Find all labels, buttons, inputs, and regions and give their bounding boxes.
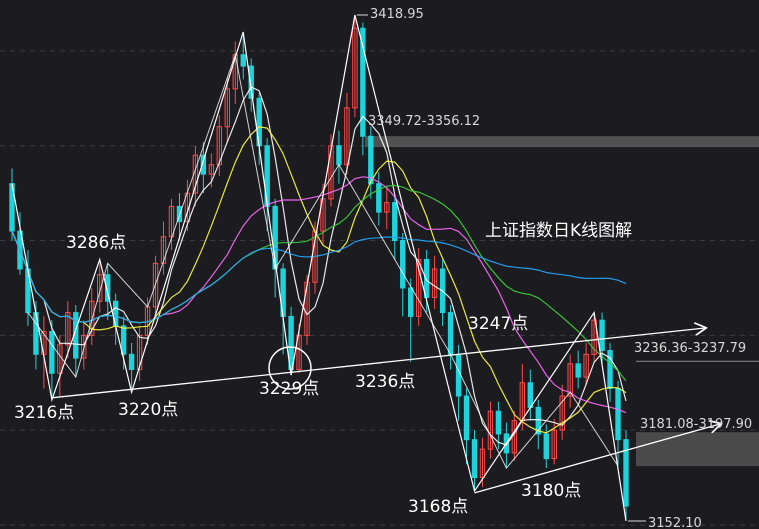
label-3247: 3247点 bbox=[468, 314, 528, 334]
candle-body-65 bbox=[527, 382, 534, 408]
candle-body-46 bbox=[376, 183, 382, 213]
label-3229: 3229点 bbox=[259, 379, 319, 399]
candle-body-50 bbox=[408, 287, 414, 317]
candles bbox=[9, 15, 629, 521]
candle-body-57 bbox=[463, 395, 470, 441]
candle-body-5 bbox=[49, 331, 55, 374]
zone-3349 bbox=[365, 136, 759, 148]
candle-body-48 bbox=[392, 202, 398, 242]
trend-lines bbox=[51, 14, 720, 522]
candle-body-74 bbox=[599, 319, 605, 352]
candle-body-49 bbox=[400, 240, 406, 289]
candle-body-14 bbox=[120, 325, 127, 355]
candle-body-13 bbox=[112, 300, 119, 327]
candle-body-41 bbox=[336, 145, 342, 166]
candle-body-15 bbox=[128, 353, 135, 370]
candle-body-32 bbox=[264, 145, 270, 207]
candle-body-29 bbox=[240, 54, 246, 67]
label-3286: 3286点 bbox=[66, 233, 126, 253]
zone-3181 bbox=[636, 432, 759, 467]
candlestick-chart: 上证指数日K线图解 3286点 3216点 3220点 3229点 3236点 … bbox=[0, 7, 759, 529]
label-3168: 3168点 bbox=[408, 497, 468, 517]
chart-title: 上证指数日K线图解 bbox=[485, 221, 632, 241]
price-low-label: 3152.10 bbox=[648, 516, 702, 529]
candle-body-67 bbox=[543, 433, 549, 460]
label-3180: 3180点 bbox=[521, 481, 581, 501]
candle-body-75 bbox=[607, 350, 613, 389]
price-zone-top-label: 3349.72-3356.12 bbox=[368, 114, 480, 129]
wave-lines bbox=[11, 14, 627, 522]
wave-main bbox=[11, 14, 627, 522]
price-zone-mid-label: 3236.36-3237.79 bbox=[634, 341, 746, 356]
candle-body-76 bbox=[615, 387, 621, 441]
candle-body-71 bbox=[575, 363, 581, 378]
candle-body-45 bbox=[368, 135, 374, 185]
label-3220: 3220点 bbox=[118, 400, 178, 420]
price-zone-low-label: 3181.08-3197.90 bbox=[640, 417, 752, 432]
candle-body-61 bbox=[495, 410, 502, 435]
candle-body-55 bbox=[447, 312, 454, 355]
price-high-label: 3418.95 bbox=[370, 7, 424, 22]
chart-stage: 上证指数日K线图解 3286点 3216点 3220点 3229点 3236点 … bbox=[0, 0, 759, 529]
candle-body-52 bbox=[423, 259, 430, 298]
candle-body-56 bbox=[455, 353, 462, 397]
label-3236: 3236点 bbox=[355, 372, 415, 392]
candle-body-58 bbox=[471, 439, 478, 479]
label-3216: 3216点 bbox=[14, 403, 74, 423]
